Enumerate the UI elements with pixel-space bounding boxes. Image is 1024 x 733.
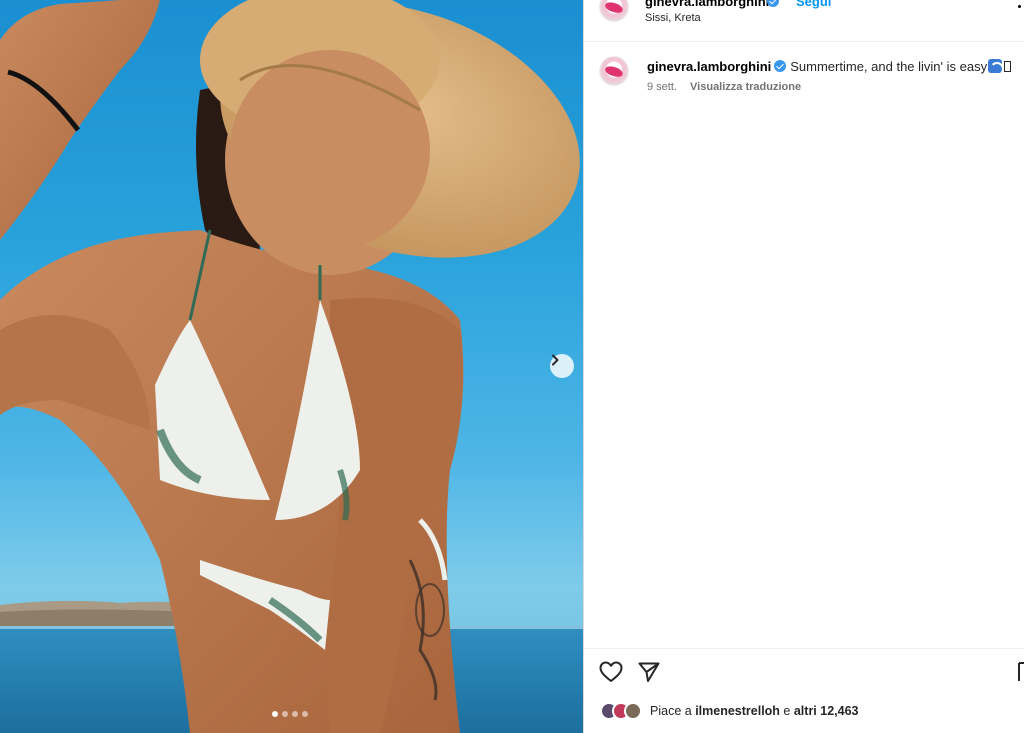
likes-user[interactable]: ilmenestrelloh — [695, 704, 780, 718]
verified-badge-icon — [767, 0, 779, 7]
post-photo — [0, 0, 583, 733]
bookmark-icon[interactable] — [1018, 662, 1024, 682]
missing-glyph-icon — [1004, 61, 1012, 72]
likes-summary[interactable]: Piace a ilmenestrelloh e altri 12,463 — [600, 700, 859, 722]
post-date[interactable]: 9 sett. — [647, 81, 677, 93]
liker-avatar — [624, 702, 642, 720]
carousel-indicator — [272, 711, 308, 717]
post-location[interactable]: Sissi, Kreta — [645, 12, 701, 24]
paper-plane-icon[interactable] — [638, 662, 660, 682]
post-details-panel: ginevra.lamborghini Segui Sissi, Kreta g… — [584, 0, 1024, 733]
carousel-dot — [282, 711, 288, 717]
likes-connector: e — [783, 704, 791, 718]
post-header: ginevra.lamborghini Segui Sissi, Kreta — [584, 0, 1024, 42]
more-options-icon[interactable] — [1018, 5, 1021, 8]
likes-prefix: Piace a — [650, 704, 692, 718]
follow-button[interactable]: Segui — [796, 0, 831, 9]
caption-line: ginevra.lamborghini Summertime, and the l… — [647, 59, 1012, 74]
avatar-lips-icon — [604, 0, 624, 15]
author-avatar[interactable] — [599, 0, 629, 22]
carousel-dot-active — [272, 711, 278, 717]
likes-others[interactable]: altri 12,463 — [794, 704, 859, 718]
chevron-right-icon — [552, 354, 559, 366]
wave-emoji-icon — [988, 59, 1003, 73]
caption-username[interactable]: ginevra.lamborghini — [647, 59, 771, 74]
caption-author-avatar[interactable] — [599, 56, 629, 86]
see-translation-button[interactable]: Visualizza traduzione — [690, 81, 801, 93]
verified-badge-icon — [774, 60, 787, 72]
avatar-lips-icon — [604, 64, 624, 79]
likes-text: Piace a ilmenestrelloh e altri 12,463 — [650, 704, 859, 718]
carousel-next-button[interactable] — [550, 354, 574, 378]
carousel-dot — [292, 711, 298, 717]
post-media[interactable] — [0, 0, 583, 733]
caption-text: Summertime, and the livin' is easy — [790, 59, 988, 74]
author-username[interactable]: ginevra.lamborghini — [645, 0, 769, 9]
actions-divider — [584, 648, 1024, 649]
heart-icon[interactable] — [599, 661, 623, 683]
caption-meta: 9 sett. Visualizza traduzione — [647, 81, 801, 93]
carousel-dot — [302, 711, 308, 717]
